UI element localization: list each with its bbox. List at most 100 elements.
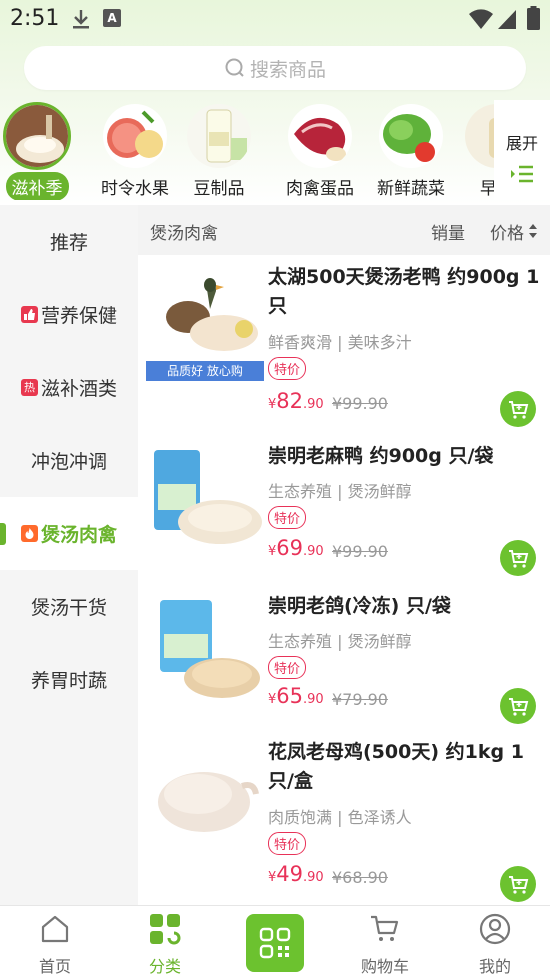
nav-label: 分类 [148,957,181,976]
product-original-price: ¥68.90 [332,868,388,887]
category-image [379,104,443,168]
sidebar-item-label: 煲汤肉禽 [40,524,117,546]
wifi-icon [469,9,493,29]
category-label: 豆制品 [193,179,245,199]
product-subtitle: 生态养殖 | 煲汤鲜醇 [268,632,412,651]
sidebar-item-vegetables[interactable]: 养胃时蔬 [0,643,138,716]
search-bar[interactable]: 搜索商品 [24,46,526,90]
category-image [3,102,71,170]
search-icon [225,58,244,77]
flame-icon [20,525,38,542]
product-item[interactable]: 崇明老鸽(冷冻) 只/袋 生态养殖 | 煲汤鲜醇 特价 ¥65.90 ¥79.9… [138,580,550,730]
product-subtitle: 鲜香爽滑 | 美味多汁 [268,333,412,352]
category-label: 时令水果 [101,179,169,199]
sidebar-item-drinks[interactable]: 冲泡冲调 [0,424,138,497]
nav-mine[interactable]: 我的 [440,906,550,979]
product-image [146,594,264,712]
category-image [103,104,167,168]
product-price: ¥65.90 [268,684,324,708]
category-label: 早餐 [480,179,500,199]
product-image [146,740,264,858]
sidebar-item-label: 煲汤干货 [30,597,107,619]
home-icon [41,915,69,943]
cart-add-icon [509,698,529,716]
product-item[interactable]: 花凤老母鸡(500天) 约1kg 1只/盒 肉质饱满 | 色泽诱人 特价 ¥49… [138,730,550,905]
sidebar-item-label: 营养保健 [40,305,117,327]
a-notification-icon: A [103,9,121,27]
category-label: 滋补季 [5,172,69,200]
category-item[interactable]: 时令水果 [90,100,180,199]
sidebar-item-label: 冲泡冲调 [30,451,107,473]
qr-scan-icon [259,927,291,959]
category-item[interactable]: 豆制品 [174,100,264,199]
sidebar-item-nutrition[interactable]: 营养保健 [0,278,138,351]
thumbs-up-icon [20,306,38,323]
product-price: ¥69.90 [268,536,324,560]
category-grid-icon [150,914,181,945]
sidebar-item-dry-goods[interactable]: 煲汤干货 [0,570,138,643]
product-original-price: ¥79.90 [332,690,388,709]
add-to-cart-button[interactable] [500,540,536,576]
add-to-cart-button[interactable] [500,688,536,724]
product-item[interactable]: 品质好 放心购 太湖500天煲汤老鸭 约900g 1只 鲜香爽滑 | 美味多汁 … [138,255,550,430]
scan-button[interactable] [246,914,304,972]
list-category-title: 煲汤肉禽 [150,224,218,244]
cart-add-icon [509,401,529,419]
expand-button[interactable]: 展开 [494,100,550,200]
product-original-price: ¥99.90 [332,394,388,413]
product-original-price: ¥99.90 [332,542,388,561]
sort-by-price[interactable]: 价格 [490,219,524,244]
bottom-nav: 首页 分类 购物车 我的 [0,905,550,979]
product-title: 太湖500天煲汤老鸭 约900g 1只 [268,266,540,317]
expand-label: 展开 [505,134,538,153]
category-item[interactable]: 肉禽蛋品 [275,100,365,199]
category-sidebar: 推荐 营养保健 热 滋补酒类 冲泡冲调 煲汤肉禽 煲汤干货 养胃时蔬 [0,205,138,905]
sidebar-item-label: 推荐 [49,232,88,254]
category-label: 新鲜蔬菜 [377,179,445,199]
product-title: 崇明老鸽(冷冻) 只/袋 [268,595,451,617]
category-image [187,104,251,168]
category-image [288,104,352,168]
status-time: 2:51 [10,6,60,31]
special-price-tag: 特价 [268,506,307,529]
product-price: ¥82.90 [268,389,324,413]
sort-arrows-icon[interactable] [528,223,538,239]
product-title: 花凤老母鸡(500天) 约1kg 1只/盒 [268,741,524,792]
search-placeholder: 搜索商品 [249,58,326,81]
product-subtitle: 生态养殖 | 煲汤鲜醇 [268,482,412,501]
sidebar-item-soup-meat[interactable]: 煲汤肉禽 [0,497,138,570]
nav-label: 首页 [38,957,71,976]
sidebar-item-recommend[interactable]: 推荐 [0,205,138,278]
product-image [146,444,264,562]
category-item[interactable]: 新鲜蔬菜 [366,100,456,199]
category-label: 肉禽蛋品 [286,179,354,199]
product-item[interactable]: 崇明老麻鸭 约900g 只/袋 生态养殖 | 煲汤鲜醇 特价 ¥69.90 ¥9… [138,430,550,580]
add-to-cart-button[interactable] [500,391,536,427]
list-expand-icon [511,165,533,183]
nav-category[interactable]: 分类 [110,906,220,979]
sidebar-item-tonic-wine[interactable]: 热 滋补酒类 [0,351,138,424]
signal-icon [498,10,516,29]
category-item[interactable]: 滋补季 [0,100,82,200]
special-price-tag: 特价 [268,656,307,679]
nav-label: 我的 [478,957,511,976]
add-to-cart-button[interactable] [500,866,536,902]
cart-add-icon [509,876,529,894]
category-item[interactable]: 早餐 [452,100,500,199]
status-bar: 2:51 A [0,0,550,40]
user-profile-icon [479,913,511,945]
product-subtitle: 肉质饱满 | 色泽诱人 [268,808,412,827]
special-price-tag: 特价 [268,357,307,380]
nav-home[interactable]: 首页 [0,906,110,979]
product-price: ¥49.90 [268,862,324,886]
list-header: 煲汤肉禽 销量 价格 [138,205,550,255]
nav-label: 购物车 [360,957,409,976]
category-strip: 滋补季 时令水果 豆制品 肉禽蛋品 新鲜蔬菜 早餐 [0,100,500,200]
hot-badge-icon: 热 [20,379,38,396]
shopping-cart-icon [371,915,399,941]
special-price-tag: 特价 [268,832,307,855]
sort-by-sales[interactable]: 销量 [431,219,465,244]
sidebar-item-label: 滋补酒类 [40,378,117,400]
battery-icon [527,6,540,30]
nav-cart[interactable]: 购物车 [330,906,440,979]
